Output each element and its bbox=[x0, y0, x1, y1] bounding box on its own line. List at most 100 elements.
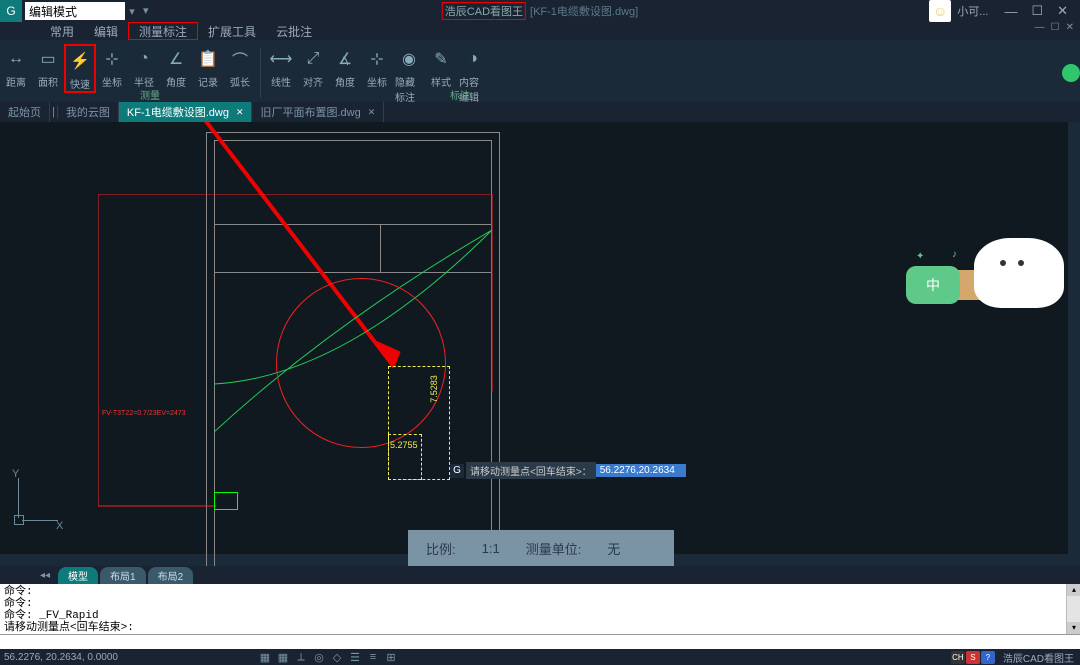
scale-label: 比例: bbox=[426, 539, 456, 558]
command-history[interactable]: 命令:命令:命令: _FV_Rapid请移动测量点<回车结束>: ▴ ▾ bbox=[0, 584, 1080, 634]
scroll-up-icon[interactable]: ▴ bbox=[1067, 584, 1080, 596]
quick-icon: ⚡ bbox=[67, 48, 93, 74]
ribbon-coord-button[interactable]: ⊹坐标 bbox=[96, 44, 128, 89]
ribbon-group-annotate-label: 标注 bbox=[450, 87, 470, 102]
snap-icon[interactable]: ▦ bbox=[258, 650, 272, 664]
tab-close-icon[interactable]: ✕ bbox=[368, 107, 376, 118]
distance-icon: ↔ bbox=[3, 46, 29, 72]
tab-label: 旧厂平面布置图.dwg bbox=[260, 104, 360, 120]
ribbon-angle-button[interactable]: ∠ 角度 bbox=[160, 44, 192, 89]
mode-select[interactable]: 编辑模式 bbox=[25, 2, 125, 20]
ribbon-radius-button[interactable]: ◔半径 bbox=[128, 44, 160, 89]
menu-编辑[interactable]: 编辑 bbox=[84, 22, 128, 40]
ribbon-label: 距离 bbox=[6, 74, 26, 89]
ortho-icon[interactable]: ⟂ bbox=[294, 650, 308, 664]
sub-minimize-button[interactable]: — bbox=[1035, 22, 1045, 33]
window-title: 浩辰CAD看图王 [KF-1电缆敷设图.dwg] bbox=[442, 2, 638, 20]
axis-x-line bbox=[22, 520, 58, 521]
prompt-input[interactable]: 56.2276,20.2634 bbox=[596, 464, 686, 477]
area-icon: ▭ bbox=[35, 46, 61, 72]
ribbon-aligned-button[interactable]: ⤢对齐 bbox=[297, 44, 329, 89]
ribbon-label: 坐标 bbox=[367, 74, 387, 89]
star-icon: ♪ bbox=[952, 249, 957, 260]
user-avatar[interactable]: ☺ bbox=[929, 0, 951, 22]
menu-云批注[interactable]: 云批注 bbox=[266, 22, 322, 40]
ime-indicator[interactable]: CH S ? bbox=[951, 651, 995, 664]
ribbon-label: 隐藏标注 bbox=[395, 74, 423, 104]
drawing-note: FV-T3T22=0.7/23EV=2473 bbox=[102, 410, 186, 417]
ribbon-hidden-button[interactable]: ◉隐藏标注 bbox=[393, 44, 425, 104]
status-toggle-row: ▦ ▦ ⟂ ◎ ◇ ☰ ≡ ⊞ bbox=[258, 650, 398, 664]
drawing-canvas[interactable]: 7.5283 5.2755 FV-T3T22=0.7/23EV=2473 G 请… bbox=[0, 122, 1080, 566]
grid-icon[interactable]: ▦ bbox=[276, 650, 290, 664]
menu-常用[interactable]: 常用 bbox=[40, 22, 84, 40]
scroll-down-icon[interactable]: ▾ bbox=[1067, 622, 1080, 634]
cmd-scrollbar[interactable]: ▴ ▾ bbox=[1066, 584, 1080, 634]
notify-badge[interactable] bbox=[1062, 64, 1080, 82]
layout-nav-left-icon[interactable]: ◂◂ bbox=[40, 570, 50, 581]
ribbon-label: 坐标 bbox=[102, 74, 122, 89]
ribbon-angular-button[interactable]: ∡角度 bbox=[329, 44, 361, 89]
lineweight-icon[interactable]: ≡ bbox=[366, 650, 380, 664]
ribbon-label: 角度 bbox=[166, 74, 186, 89]
dyn-icon[interactable]: ⊞ bbox=[384, 650, 398, 664]
sub-close-button[interactable]: ✕ bbox=[1066, 22, 1074, 33]
ribbon-label: 样式 bbox=[431, 74, 451, 89]
ribbon-quick-button[interactable]: ⚡快速 bbox=[64, 44, 96, 93]
menu-扩展工具[interactable]: 扩展工具 bbox=[198, 22, 266, 40]
ribbon-label: 弧长 bbox=[230, 74, 250, 89]
prompt-label: 请移动测量点<回车结束>： bbox=[466, 462, 596, 479]
app-name: 浩辰CAD看图王 bbox=[442, 2, 526, 20]
doc-tab[interactable]: 起始页 bbox=[0, 102, 50, 122]
ribbon-record-button[interactable]: 📋记录 bbox=[192, 44, 224, 89]
scale-value: 1:1 bbox=[482, 541, 500, 556]
document-tabs: 起始页|我的云图KF-1电缆敷设图.dwg✕旧厂平面布置图.dwg✕ bbox=[0, 102, 1080, 122]
axis-x-label: X bbox=[56, 520, 63, 532]
ribbon-coord2-button[interactable]: ⊹坐标 bbox=[361, 44, 393, 89]
radius-icon: ◔ bbox=[131, 46, 157, 72]
dim-value-1: 7.5283 bbox=[429, 375, 439, 403]
scale-panel: 比例: 1:1 测量单位: 无 bbox=[408, 530, 674, 566]
otrack-icon[interactable]: ☰ bbox=[348, 650, 362, 664]
status-bar: 56.2276, 20.2634, 0.0000 ▦ ▦ ⟂ ◎ ◇ ☰ ≡ ⊞… bbox=[0, 649, 1080, 665]
close-button[interactable]: ✕ bbox=[1051, 3, 1074, 19]
mascot-body bbox=[974, 238, 1064, 308]
layout-tab-布局1[interactable]: 布局1 bbox=[100, 567, 146, 584]
tab-close-icon[interactable]: ✕ bbox=[236, 107, 244, 118]
mascot-eye bbox=[1000, 260, 1006, 266]
minimize-button[interactable]: — bbox=[998, 4, 1023, 19]
ribbon-label: 角度 bbox=[335, 74, 355, 89]
osnap-icon[interactable]: ◇ bbox=[330, 650, 344, 664]
cmd-history-line: 命令: _FV_Rapid bbox=[4, 610, 1076, 622]
doc-tab[interactable]: 我的云图 bbox=[58, 102, 119, 122]
ribbon-style-button[interactable]: ✎样式 bbox=[425, 44, 457, 89]
mascot-eye bbox=[1018, 260, 1024, 266]
maximize-button[interactable]: ☐ bbox=[1025, 3, 1049, 19]
doc-tab[interactable]: KF-1电缆敷设图.dwg ✕ bbox=[119, 102, 253, 122]
layout-tab-布局2[interactable]: 布局2 bbox=[148, 567, 194, 584]
mode-dropdown-icon[interactable]: ▾ bbox=[125, 2, 139, 20]
ribbon-toolbar: ↔距离▭面积⚡快速⊹坐标◔半径∠角度📋记录⌒弧长⟷线性⤢对齐∡角度⊹坐标◉隐藏标… bbox=[0, 40, 1080, 102]
ribbon-arc-button[interactable]: ⌒弧长 bbox=[224, 44, 256, 89]
polar-icon[interactable]: ◎ bbox=[312, 650, 326, 664]
layout-tabs: ◂◂ 模型布局1布局2 bbox=[0, 566, 1080, 584]
mascot-widget[interactable]: 中 ✦ ♪ bbox=[906, 224, 1064, 308]
doc-tab[interactable]: 旧厂平面布置图.dwg ✕ bbox=[252, 102, 384, 122]
command-input[interactable] bbox=[0, 634, 1080, 649]
menu-测量标注[interactable]: 测量标注 bbox=[128, 22, 198, 40]
dropdown-small-icon[interactable]: ▾ bbox=[143, 4, 157, 18]
ribbon-linear-button[interactable]: ⟷线性 bbox=[265, 44, 297, 89]
angle-icon: ∠ bbox=[163, 46, 189, 72]
tab-label: KF-1电缆敷设图.dwg bbox=[127, 104, 229, 120]
sub-maximize-button[interactable]: ☐ bbox=[1051, 22, 1060, 33]
layout-tab-模型[interactable]: 模型 bbox=[58, 567, 98, 584]
tab-label: 我的云图 bbox=[66, 104, 110, 120]
mascot-bubble[interactable]: 中 bbox=[906, 266, 960, 304]
ribbon-distance-button[interactable]: ↔ 距离 bbox=[0, 44, 32, 89]
scrollbar-vertical[interactable] bbox=[1068, 122, 1080, 566]
user-name[interactable]: 小可... bbox=[957, 3, 988, 19]
status-brand: 浩辰CAD看图王 bbox=[1003, 650, 1074, 665]
ribbon-area-button[interactable]: ▭面积 bbox=[32, 44, 64, 89]
unit-label: 测量单位: bbox=[526, 539, 582, 558]
star-icon: ✦ bbox=[916, 251, 924, 262]
